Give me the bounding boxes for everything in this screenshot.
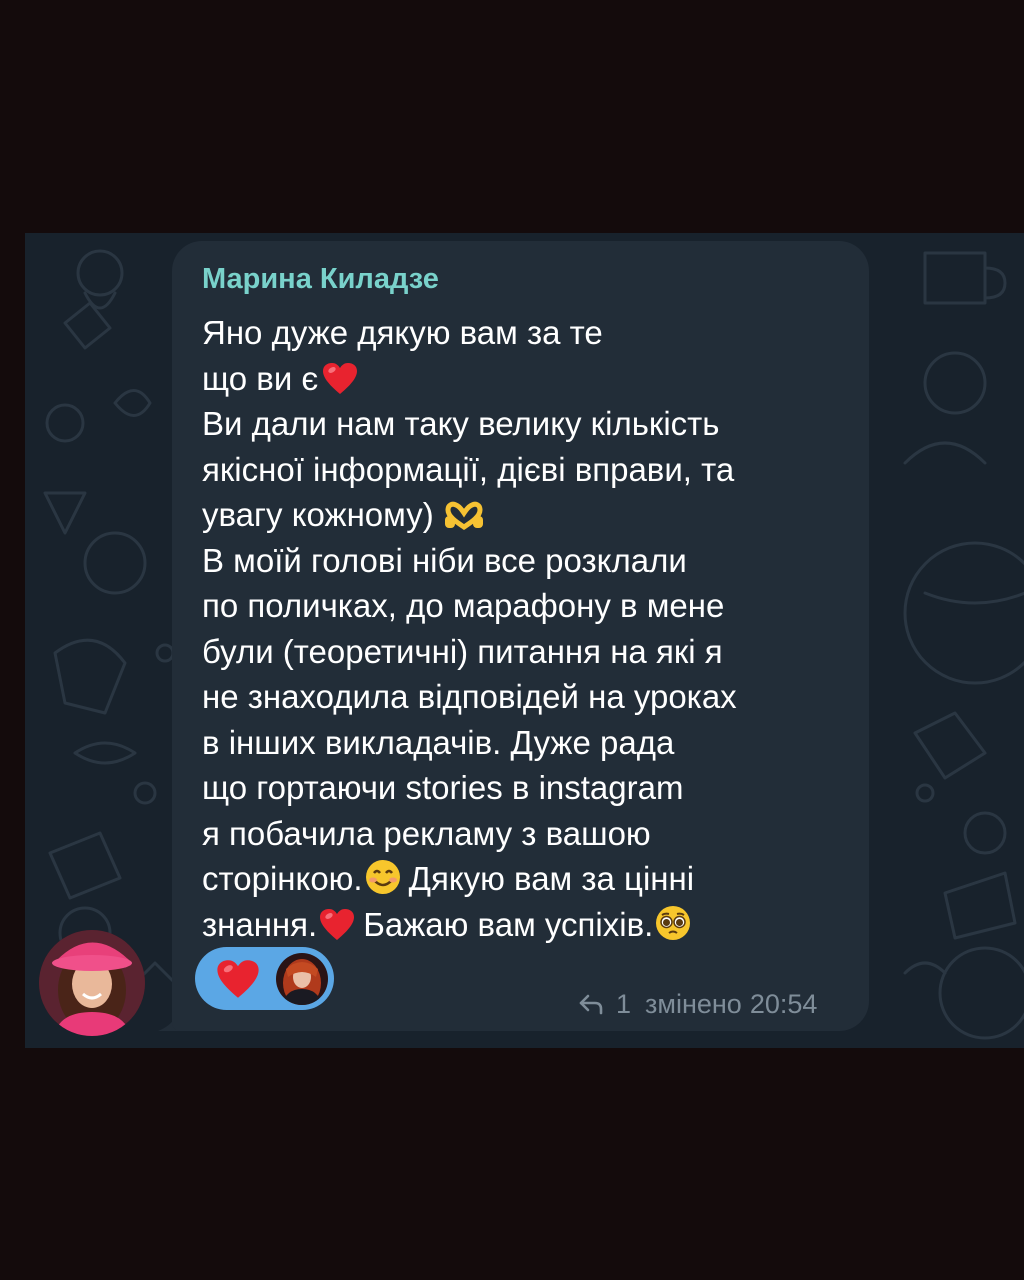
- message-line: Яно дуже дякую вам за те: [202, 314, 603, 351]
- reaction-pill[interactable]: [195, 947, 334, 1010]
- message-line: В моїй голові ніби все розклали: [202, 541, 687, 579]
- red-heart-emoji-icon: [320, 908, 355, 940]
- reactor-avatar[interactable]: [276, 953, 328, 1005]
- message-line: Ви дали нам таку велику кількість: [202, 405, 720, 442]
- smiling-face-emoji-icon: [365, 860, 400, 894]
- red-heart-emoji-icon: [323, 362, 358, 394]
- reply-count[interactable]: 1: [616, 989, 631, 1020]
- message-line: не знаходила відповідей на уроках: [202, 678, 737, 715]
- pleading-face-emoji-icon: [656, 905, 691, 940]
- red-heart-reaction-icon: [217, 960, 259, 998]
- message-line: що ви є: [202, 356, 857, 402]
- message-line: я побачила рекламу з вашою: [202, 814, 651, 852]
- message-line: по поличках, до марафону в мене: [202, 587, 725, 624]
- message-line: в інших викладачів. Дуже рада: [202, 723, 675, 761]
- message-line: якісної інформації, дієві вправи, та: [202, 450, 735, 488]
- message-line: що гортаючи stories в instagram: [202, 769, 684, 806]
- edited-label: змінено: [645, 988, 742, 1019]
- message-timestamp: 20:54: [749, 988, 818, 1019]
- message-line: увагу кожному): [202, 492, 857, 538]
- message-line: сторінкою. Дякую вам за цінні: [202, 860, 695, 897]
- message-line: були (теоретичні) питання на які я: [202, 632, 723, 670]
- message-meta: 1 змінено 20:54: [578, 987, 817, 1021]
- message-line: знання. Бажаю вам успіхів.: [202, 902, 857, 948]
- sender-avatar[interactable]: [39, 930, 145, 1036]
- sender-name[interactable]: Марина Киладзе: [202, 262, 439, 296]
- heart-hands-emoji-icon: [444, 501, 483, 531]
- message-text: Яно дуже дякую вам за те що ви є Ви дали…: [202, 310, 857, 947]
- reply-icon[interactable]: [578, 993, 604, 1015]
